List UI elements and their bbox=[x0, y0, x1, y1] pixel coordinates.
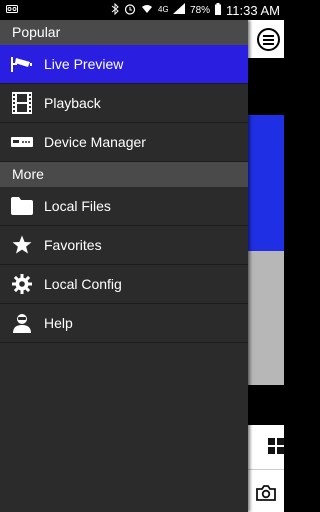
camera-icon[interactable] bbox=[256, 485, 276, 501]
menu-icon[interactable] bbox=[257, 28, 280, 51]
menu-item-label: Live Preview bbox=[44, 56, 124, 72]
menu-item-label: Device Manager bbox=[44, 134, 146, 150]
menu-item-label: Help bbox=[44, 315, 73, 331]
section-header-popular: Popular bbox=[0, 20, 248, 45]
divider bbox=[248, 469, 284, 470]
battery-icon bbox=[215, 2, 222, 18]
menu-item-help[interactable]: Help bbox=[0, 304, 248, 343]
menu-item-label: Local Config bbox=[44, 276, 122, 292]
status-bar: 4G 78% 11:33 AM bbox=[0, 0, 284, 20]
navigation-drawer: Popular Live Preview Playback Device Man… bbox=[0, 20, 248, 512]
alarm-icon bbox=[124, 3, 136, 18]
bluetooth-icon bbox=[111, 2, 119, 18]
menu-item-favorites[interactable]: Favorites bbox=[0, 226, 248, 265]
app-header bbox=[248, 20, 284, 58]
gear-icon bbox=[0, 274, 44, 294]
menu-item-label: Favorites bbox=[44, 237, 102, 253]
svg-text:4G: 4G bbox=[158, 5, 168, 14]
video-pane-blue[interactable] bbox=[248, 115, 284, 251]
person-icon bbox=[0, 313, 44, 333]
section-header-more: More bbox=[0, 162, 248, 187]
signal-icon bbox=[173, 3, 186, 17]
menu-item-playback[interactable]: Playback bbox=[0, 84, 248, 123]
grid-layout-icon[interactable] bbox=[268, 438, 284, 454]
menu-item-device-manager[interactable]: Device Manager bbox=[0, 123, 248, 162]
menu-item-label: Local Files bbox=[44, 198, 111, 214]
background-app bbox=[248, 20, 284, 512]
cctv-camera-icon bbox=[0, 55, 44, 73]
clock: 11:33 AM bbox=[226, 2, 280, 18]
video-pane-top bbox=[248, 58, 284, 115]
4g-icon: 4G bbox=[158, 3, 169, 18]
video-pane-bottom bbox=[248, 385, 284, 425]
video-pane-grey[interactable] bbox=[248, 251, 284, 385]
voicemail-icon bbox=[6, 4, 18, 17]
star-icon bbox=[0, 235, 44, 255]
film-strip-icon bbox=[0, 92, 44, 114]
dvr-device-icon bbox=[0, 135, 44, 149]
menu-item-live-preview[interactable]: Live Preview bbox=[0, 45, 248, 84]
menu-item-label: Playback bbox=[44, 95, 101, 111]
folder-icon bbox=[0, 197, 44, 215]
battery-percent: 78% bbox=[190, 4, 211, 16]
wifi-icon bbox=[141, 4, 153, 17]
menu-item-local-files[interactable]: Local Files bbox=[0, 187, 248, 226]
menu-item-local-config[interactable]: Local Config bbox=[0, 265, 248, 304]
